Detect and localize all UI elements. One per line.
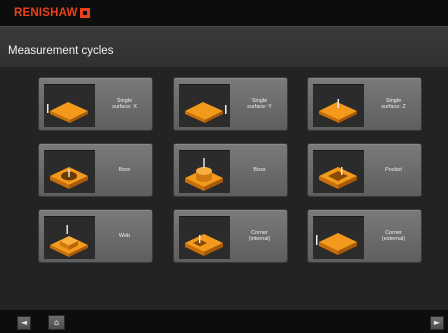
- home-icon: ⌂: [53, 317, 60, 327]
- renishaw-logo: RENISHAW: [14, 7, 90, 19]
- back-button[interactable]: ◄: [17, 316, 31, 330]
- home-button[interactable]: ⌂: [48, 315, 65, 330]
- bottom-bar: ◄ ⌂ ►: [0, 310, 448, 333]
- cycle-label: Single surface: Y: [247, 97, 272, 111]
- bore-icon: [44, 150, 95, 193]
- cycle-label: Single surface: Z: [381, 97, 406, 111]
- page-title: Measurement cycles: [8, 45, 114, 57]
- cycle-button-bore[interactable]: Bore: [38, 143, 153, 197]
- surface-x-icon: [44, 84, 95, 127]
- logo-mark-icon: [79, 8, 90, 18]
- page-header: Measurement cycles: [0, 26, 448, 68]
- cycle-button-web[interactable]: Web: [38, 209, 153, 263]
- surface-z-icon: [313, 84, 364, 127]
- cycle-button-corner-internal[interactable]: Corner (internal): [173, 209, 288, 263]
- web-icon: [44, 216, 95, 259]
- cycle-label: Web: [118, 232, 131, 239]
- cycle-button-single-surface-x[interactable]: Single surface: X: [38, 77, 153, 131]
- cycle-label: Corner (internal): [248, 229, 271, 243]
- corner-internal-icon: [179, 216, 230, 259]
- cycle-button-boss[interactable]: Boss: [173, 143, 288, 197]
- top-bar: RENISHAW: [0, 0, 448, 26]
- forward-arrow-icon: ►: [433, 318, 441, 327]
- cycle-label: Boss: [253, 166, 266, 173]
- logo-text: RENISHAW: [14, 7, 78, 19]
- cycle-label: Bore: [118, 166, 131, 173]
- cycle-button-single-surface-y[interactable]: Single surface: Y: [173, 77, 288, 131]
- boss-icon: [179, 150, 230, 193]
- cycle-label: Single surface: X: [112, 97, 137, 111]
- corner-external-icon: [313, 216, 364, 259]
- pocket-icon: [313, 150, 364, 193]
- cycle-grid: Single surface: X Single surface: Y Sing…: [0, 67, 448, 310]
- cycle-label: Pocket: [385, 166, 402, 173]
- surface-y-icon: [179, 84, 230, 127]
- cycle-button-single-surface-z[interactable]: Single surface: Z: [307, 77, 422, 131]
- cycle-button-corner-external[interactable]: Corner (external): [307, 209, 422, 263]
- cycle-label: Corner (external): [381, 229, 406, 243]
- cycle-button-pocket[interactable]: Pocket: [307, 143, 422, 197]
- forward-button[interactable]: ►: [430, 316, 444, 330]
- back-arrow-icon: ◄: [20, 318, 28, 327]
